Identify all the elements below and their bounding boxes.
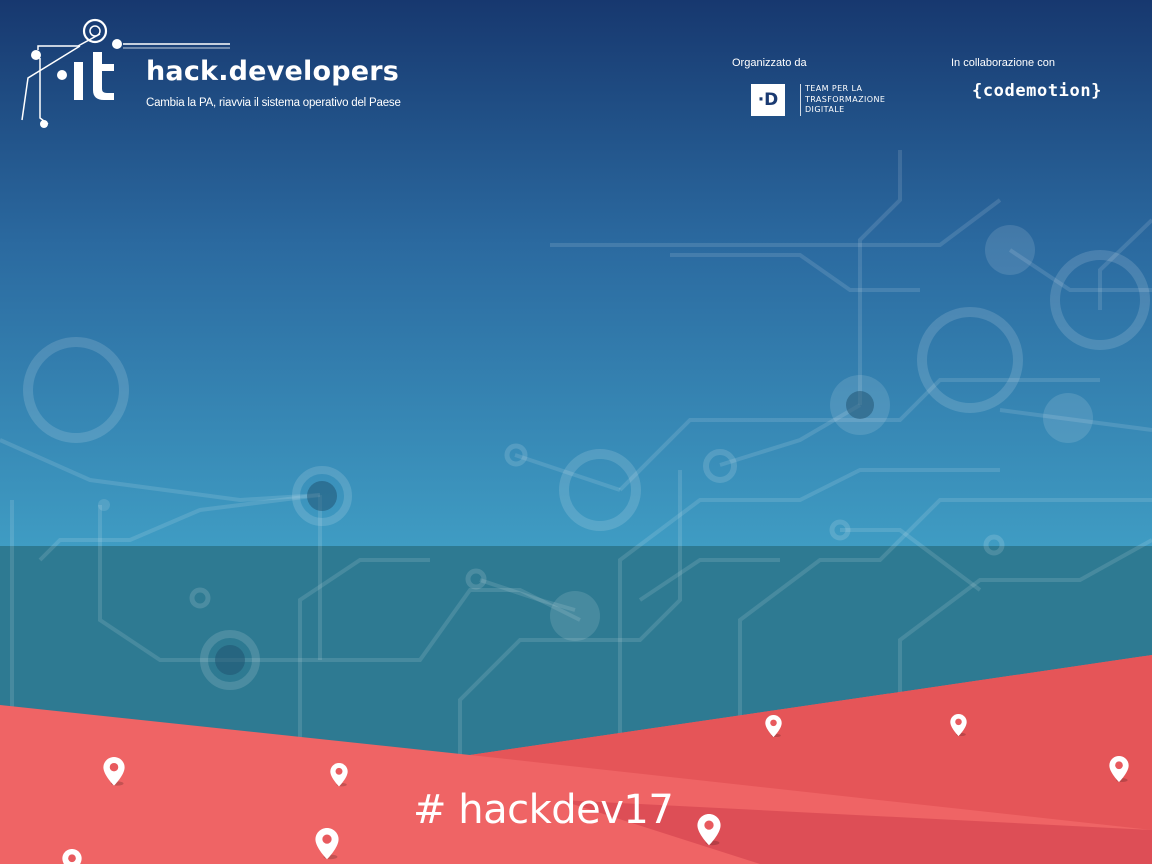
organized-by-label: Organizzato da [732,57,807,69]
event-hashtag: # hackdev17 [413,787,674,833]
map-pin-icon [764,714,782,737]
map-pin-icon [697,813,721,846]
map-pin-icon [103,757,125,786]
team-line-3: DIGITALE [805,105,845,114]
hackdev-logo[interactable]: hack.developers Cambia la PA, riavvia il… [18,18,418,133]
team-digitale-name: TEAM PER LA TRASFORMAZIONE DIGITALE [805,84,925,116]
collaboration-label: In collaborazione con [951,57,1055,69]
map-pin-icon [949,713,967,736]
team-line-2: TRASFORMAZIONE [805,94,886,104]
map-pin-icon [1109,755,1129,782]
team-line-1: TEAM PER LA [805,84,863,93]
brand-tagline: Cambia la PA, riavvia il sistema operati… [146,97,401,109]
map-pin-icon [315,827,339,860]
team-logo-divider [800,84,801,116]
map-pin-icon [330,762,348,787]
map-pin-icon [62,848,82,864]
codemotion-logo[interactable]: {codemotion} [972,81,1102,101]
brand-name: hack.developers [146,56,400,87]
team-digitale-logo[interactable]: ·D [751,84,785,116]
hero-banner: hack.developers Cambia la PA, riavvia il… [0,0,1152,864]
